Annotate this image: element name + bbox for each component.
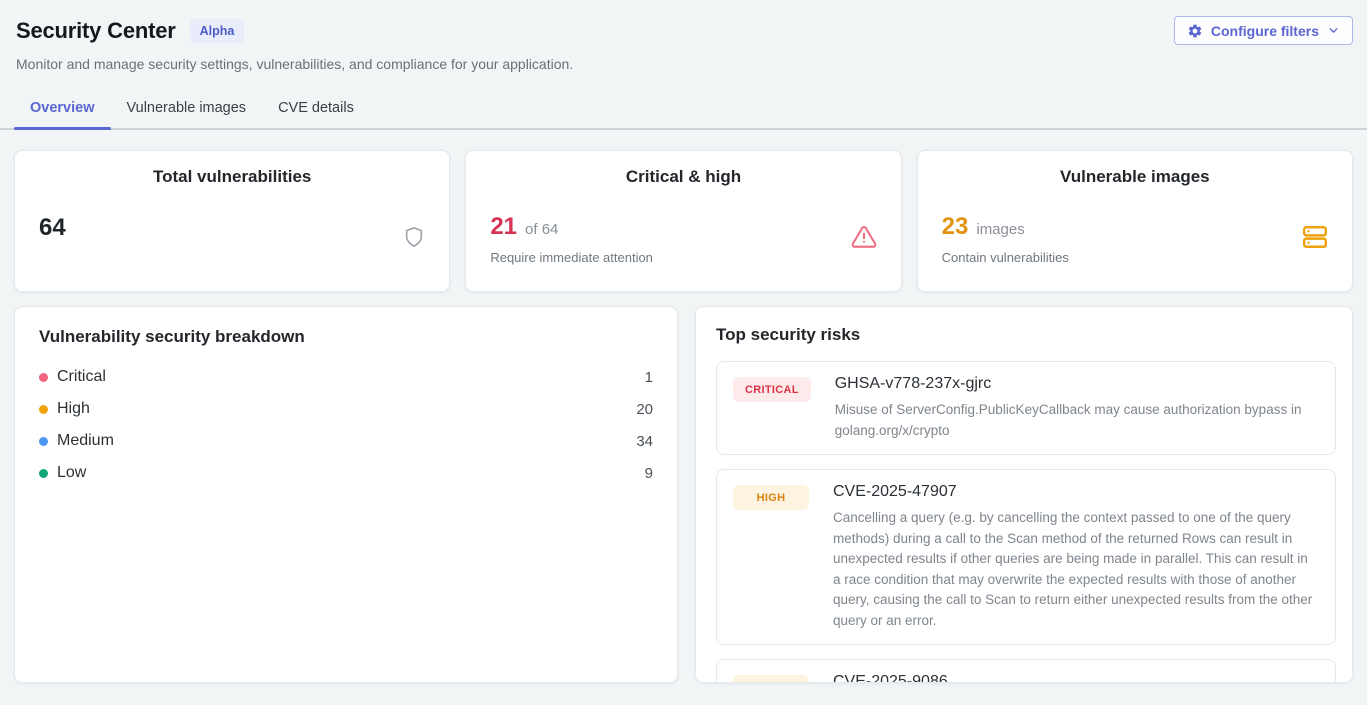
stat-suffix: of 64 (525, 221, 558, 238)
medium-dot (39, 437, 48, 446)
breakdown-value: 34 (636, 433, 653, 450)
configure-filters-button[interactable]: Configure filters (1174, 16, 1353, 45)
stat-value: 64 (39, 214, 66, 242)
breakdown-label: Critical (57, 368, 106, 386)
stat-value: 21 (490, 213, 517, 241)
risk-id: CVE-2025-9086 (833, 673, 1319, 683)
stat-subtext: Require immediate attention (490, 250, 653, 265)
risks-title: Top security risks (716, 325, 1336, 345)
breakdown-row-medium: Medium 34 (39, 425, 653, 457)
high-dot (39, 405, 48, 414)
stat-title: Total vulnerabilities (39, 167, 425, 187)
stat-card-critical-high: Critical & high 21 of 64 Require immedia… (465, 150, 901, 292)
risk-id: GHSA-v778-237x-gjrc (835, 375, 1319, 393)
stat-suffix: images (976, 221, 1024, 238)
stat-card-vulnerable-images: Vulnerable images 23 images Contain vuln… (917, 150, 1353, 292)
alpha-badge: Alpha (190, 19, 245, 43)
page-subtitle: Monitor and manage security settings, vu… (16, 56, 1353, 72)
page-header: Security Center Alpha Configure filters … (0, 0, 1367, 72)
tab-cve-details[interactable]: CVE details (262, 90, 370, 128)
breakdown-value: 20 (636, 401, 653, 418)
risk-card-cve-2025-47907[interactable]: HIGH CVE-2025-47907 Cancelling a query (… (716, 469, 1336, 645)
lower-panels: Vulnerability security breakdown Critica… (14, 306, 1353, 683)
vulnerability-breakdown-panel: Vulnerability security breakdown Critica… (14, 306, 678, 683)
configure-filters-label: Configure filters (1211, 23, 1319, 39)
stat-card-total-vulnerabilities: Total vulnerabilities 64 (14, 150, 450, 292)
risk-id: CVE-2025-47907 (833, 483, 1319, 501)
shield-icon (403, 225, 425, 254)
breakdown-row-critical: Critical 1 (39, 361, 653, 393)
risk-card-cve-2025-9086[interactable]: HIGH CVE-2025-9086 (716, 659, 1336, 683)
breakdown-value: 9 (645, 465, 653, 482)
severity-badge-high: HIGH (733, 675, 809, 683)
server-icon (1302, 224, 1328, 255)
stat-title: Critical & high (490, 167, 876, 187)
risk-description: Cancelling a query (e.g. by cancelling t… (833, 508, 1319, 631)
alert-triangle-icon (851, 224, 877, 255)
tab-vulnerable-images[interactable]: Vulnerable images (111, 90, 263, 128)
severity-badge-high: HIGH (733, 485, 809, 510)
risk-list: CRITICAL GHSA-v778-237x-gjrc Misuse of S… (716, 361, 1336, 683)
breakdown-label: Low (57, 464, 86, 482)
chevron-down-icon (1327, 24, 1340, 37)
top-security-risks-panel: Top security risks CRITICAL GHSA-v778-23… (695, 306, 1353, 683)
stats-row: Total vulnerabilities 64 Critical & high (14, 150, 1353, 292)
breakdown-row-low: Low 9 (39, 457, 653, 489)
stat-title: Vulnerable images (942, 167, 1328, 187)
risk-description: Misuse of ServerConfig.PublicKeyCallback… (835, 400, 1319, 441)
critical-dot (39, 373, 48, 382)
title-row: Security Center Alpha Configure filters (16, 16, 1353, 45)
security-center-page: Security Center Alpha Configure filters … (0, 0, 1367, 705)
stat-value: 23 (942, 213, 969, 241)
low-dot (39, 469, 48, 478)
risk-card-ghsa-v778-237x-gjrc[interactable]: CRITICAL GHSA-v778-237x-gjrc Misuse of S… (716, 361, 1336, 455)
severity-badge-critical: CRITICAL (733, 377, 811, 402)
stat-subtext (39, 251, 74, 264)
gear-icon (1187, 23, 1203, 39)
breakdown-row-high: High 20 (39, 393, 653, 425)
breakdown-label: High (57, 400, 90, 418)
tab-overview[interactable]: Overview (14, 90, 111, 128)
tab-bar: Overview Vulnerable images CVE details (0, 90, 1367, 130)
breakdown-title: Vulnerability security breakdown (39, 327, 653, 347)
page-title: Security Center (16, 18, 176, 44)
breakdown-list: Critical 1 High 20 Medium 34 Low 9 (39, 361, 653, 489)
breakdown-label: Medium (57, 432, 114, 450)
stat-subtext: Contain vulnerabilities (942, 250, 1069, 265)
breakdown-value: 1 (645, 369, 653, 386)
